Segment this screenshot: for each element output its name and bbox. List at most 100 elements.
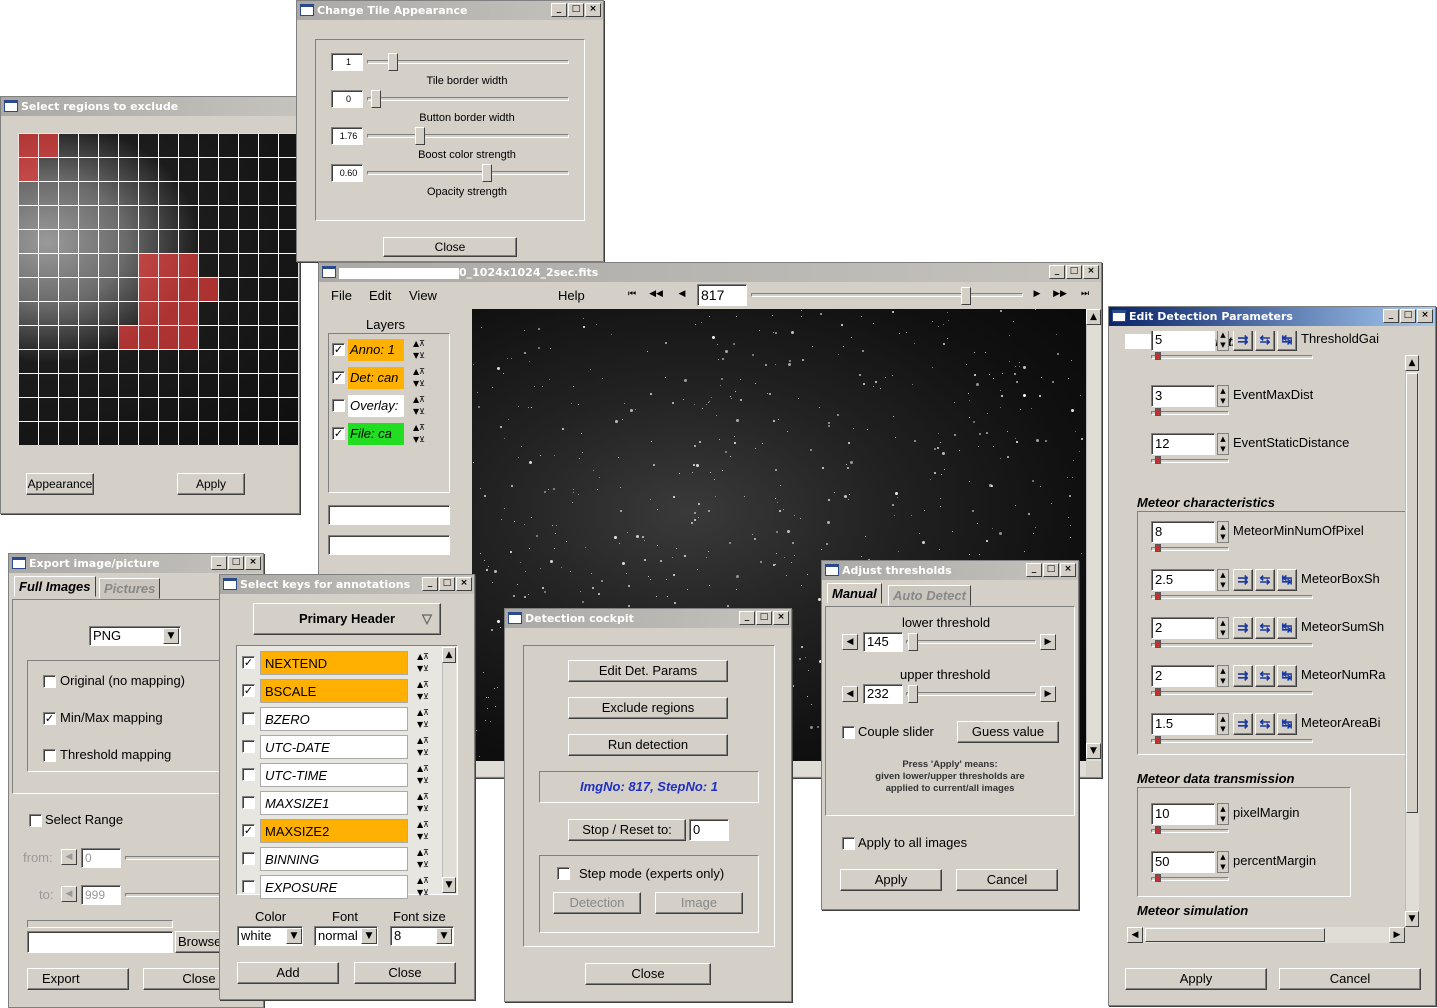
param-adjust-icon[interactable]: ↹ — [1277, 331, 1297, 351]
key-order-icon[interactable]: ▲⊼ ▼⊻ — [410, 819, 436, 843]
param-adjust-icon[interactable]: ⇆ — [1255, 617, 1275, 639]
param-slider-thumb[interactable] — [1155, 592, 1161, 600]
detection-button[interactable]: Detection — [553, 892, 641, 914]
grid-tile[interactable] — [158, 181, 179, 206]
grid-tile[interactable] — [78, 301, 99, 326]
grid-tile[interactable] — [98, 349, 119, 374]
param-value-field[interactable]: 10 — [1151, 803, 1215, 825]
grid-tile[interactable] — [218, 397, 239, 422]
param-slider-track[interactable] — [1151, 547, 1229, 551]
key-row[interactable]: BSCALE — [260, 679, 408, 703]
rewind-icon[interactable]: ◀◀ — [648, 287, 664, 303]
slider-value-field[interactable]: 0 — [331, 90, 363, 108]
key-order-icon[interactable]: ▲⊼ ▼⊻ — [410, 707, 436, 731]
grid-tile[interactable] — [158, 325, 179, 350]
grid-tile[interactable] — [198, 133, 219, 158]
param-slider-thumb[interactable] — [1155, 874, 1161, 882]
key-checkbox[interactable] — [242, 768, 255, 781]
grid-tile[interactable] — [118, 397, 139, 422]
close-button[interactable]: Close — [354, 962, 456, 984]
grid-tile[interactable] — [258, 229, 279, 254]
key-checkbox[interactable] — [242, 740, 255, 753]
scroll-up-icon[interactable]: ▲ — [1086, 309, 1101, 325]
grid-tile[interactable] — [98, 253, 119, 278]
spinner-icon[interactable]: ▲ ▼ — [1217, 713, 1229, 735]
menu-edit[interactable]: Edit — [369, 288, 391, 303]
tab-full-images[interactable]: Full Images — [14, 576, 96, 597]
grid-tile[interactable] — [18, 181, 39, 206]
close-icon[interactable]: × — [1083, 265, 1099, 279]
grid-tile[interactable] — [98, 421, 119, 445]
grid-tile[interactable] — [38, 301, 59, 326]
spinner-icon[interactable]: ▲ ▼ — [1217, 569, 1229, 591]
key-checkbox[interactable] — [242, 880, 255, 893]
lower-slider-track[interactable] — [906, 640, 1036, 644]
frame-number-field[interactable]: 817 — [697, 284, 747, 306]
key-order-icon[interactable]: ▲⊼ ▼⊻ — [410, 875, 436, 899]
grid-tile[interactable] — [78, 397, 99, 422]
param-slider-thumb[interactable] — [1155, 544, 1161, 552]
detection-cockpit-titlebar[interactable]: Detection cockpit _ □ × — [505, 609, 791, 628]
close-icon[interactable]: × — [456, 577, 472, 591]
apply-button[interactable]: Apply — [1125, 968, 1267, 990]
grid-tile[interactable] — [18, 397, 39, 422]
slider-thumb[interactable] — [482, 164, 492, 182]
key-row[interactable]: BINNING — [260, 847, 408, 871]
grid-tile[interactable] — [218, 301, 239, 326]
grid-tile[interactable] — [178, 373, 199, 398]
export-path-field[interactable] — [27, 931, 173, 953]
grid-tile[interactable] — [238, 373, 259, 398]
grid-tile[interactable] — [158, 373, 179, 398]
param-slider-thumb[interactable] — [1155, 688, 1161, 696]
edit-det-params-button[interactable]: Edit Det. Params — [568, 660, 728, 682]
param-adjust-icon[interactable]: ⇉ — [1233, 331, 1253, 351]
grid-tile[interactable] — [218, 253, 239, 278]
grid-tile[interactable] — [98, 133, 119, 158]
tab-auto-detect[interactable]: Auto Detect — [888, 585, 971, 606]
apply-button[interactable]: Apply — [840, 869, 942, 891]
key-row[interactable]: UTC-DATE — [260, 735, 408, 759]
grid-tile[interactable] — [258, 181, 279, 206]
slider-thumb[interactable] — [388, 53, 398, 71]
grid-tile[interactable] — [118, 157, 139, 182]
grid-tile[interactable] — [98, 397, 119, 422]
grid-tile[interactable] — [138, 349, 159, 374]
grid-tile[interactable] — [78, 349, 99, 374]
grid-tile[interactable] — [178, 301, 199, 326]
select-keys-titlebar[interactable]: Select keys for annotations _ □ × — [220, 575, 474, 594]
close-button[interactable]: Close — [383, 237, 517, 257]
grid-tile[interactable] — [78, 325, 99, 350]
param-slider-thumb[interactable] — [1155, 456, 1161, 464]
slider-track[interactable] — [367, 134, 569, 138]
grid-tile[interactable] — [118, 253, 139, 278]
param-adjust-icon[interactable]: ⇆ — [1255, 665, 1275, 687]
grid-tile[interactable] — [78, 205, 99, 230]
add-button[interactable]: Add — [237, 962, 339, 984]
grid-tile[interactable] — [258, 157, 279, 182]
grid-tile[interactable] — [58, 421, 79, 445]
param-value-field[interactable]: 50 — [1151, 851, 1215, 873]
grid-tile[interactable] — [138, 157, 159, 182]
grid-tile[interactable] — [58, 253, 79, 278]
cancel-button[interactable]: Cancel — [956, 869, 1058, 891]
grid-tile[interactable] — [58, 373, 79, 398]
param-adjust-icon[interactable]: ⇆ — [1255, 569, 1275, 591]
param-slider-track[interactable] — [1151, 877, 1229, 881]
param-value-field[interactable]: 12 — [1151, 433, 1215, 455]
grid-tile[interactable] — [198, 181, 219, 206]
grid-tile[interactable] — [98, 301, 119, 326]
tab-pictures[interactable]: Pictures — [99, 578, 161, 599]
grid-tile[interactable] — [258, 277, 279, 302]
detection-params-titlebar[interactable]: Edit Detection Parameters _ □ × — [1109, 307, 1435, 326]
lower-threshold-field[interactable]: 145 — [863, 632, 903, 652]
lower-left-icon[interactable]: ◀ — [842, 634, 858, 650]
param-slider-track[interactable] — [1151, 595, 1313, 599]
grid-tile[interactable] — [38, 133, 59, 158]
menu-view[interactable]: View — [409, 288, 437, 303]
grid-tile[interactable] — [58, 229, 79, 254]
param-value-field[interactable]: 1.5 — [1151, 713, 1215, 735]
grid-tile[interactable] — [18, 229, 39, 254]
scroll-down-icon[interactable]: ▼ — [1086, 743, 1101, 759]
param-value-field[interactable]: 3 — [1151, 385, 1215, 407]
from-left-icon[interactable]: ◀ — [61, 849, 77, 865]
